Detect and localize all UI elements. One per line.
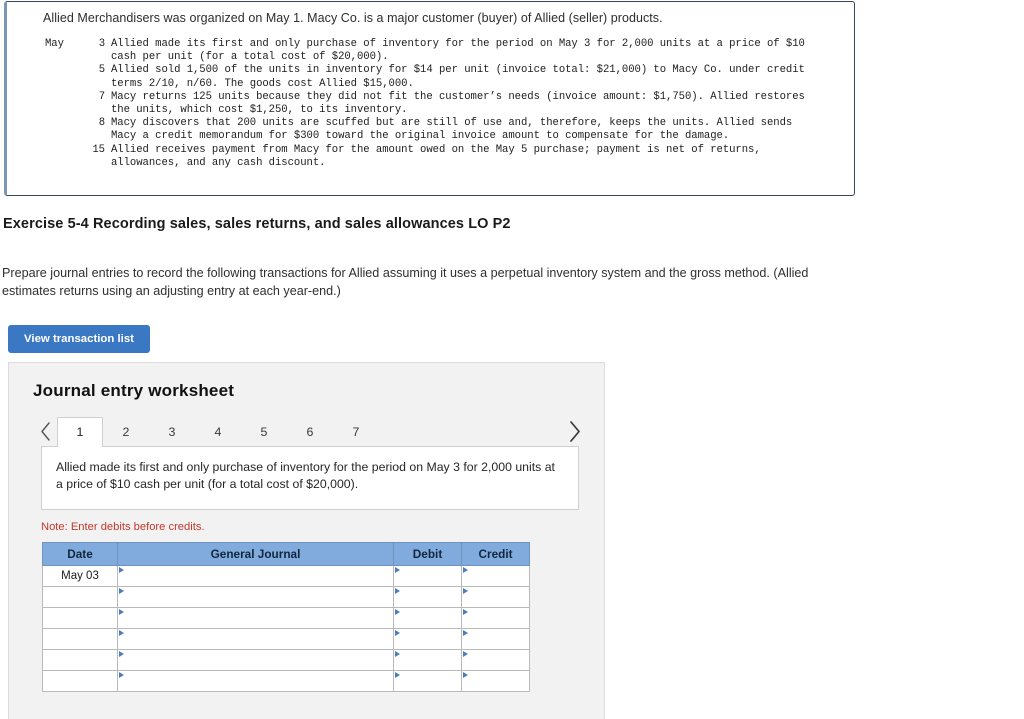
- cell-date[interactable]: [42, 607, 118, 629]
- worksheet-tab-4[interactable]: 4: [195, 417, 241, 446]
- transaction-list: May 3 Allied made its first and only pur…: [7, 38, 854, 170]
- cell-credit[interactable]: [461, 670, 530, 692]
- cell-debit[interactable]: [393, 670, 462, 692]
- transaction-month-label: May: [45, 38, 64, 50]
- transaction-day: 7: [98, 90, 105, 103]
- next-tab-arrow-icon[interactable]: [562, 417, 586, 446]
- transaction-row: 5 Allied sold 1,500 of the units in inve…: [45, 64, 854, 90]
- cell-general-journal[interactable]: [117, 565, 394, 587]
- cell-credit[interactable]: [461, 607, 530, 629]
- cell-general-journal[interactable]: [117, 649, 394, 671]
- transaction-description: Macy discovers that 200 units are scuffe…: [111, 117, 793, 143]
- transaction-day: 3: [98, 38, 105, 50]
- cell-credit[interactable]: [461, 649, 530, 671]
- worksheet-tabs-bar: 1 2 3 4 5 6 7: [9, 417, 604, 447]
- cell-credit[interactable]: [461, 565, 530, 587]
- worksheet-tab-list: 1 2 3 4 5 6 7: [57, 417, 379, 447]
- cell-date[interactable]: [42, 586, 118, 608]
- dropdown-triangle-icon: [119, 630, 124, 636]
- dropdown-triangle-icon: [119, 567, 124, 573]
- table-row: [42, 670, 530, 692]
- table-row: [42, 649, 530, 671]
- transaction-day: 15: [92, 143, 105, 156]
- cell-debit[interactable]: [393, 607, 462, 629]
- transaction-day: 8: [98, 117, 105, 130]
- table-row: [42, 607, 530, 629]
- journal-entry-table: Date General Journal Debit Credit May 03: [42, 542, 530, 692]
- table-row: [42, 628, 530, 650]
- transaction-row: May 3 Allied made its first and only pur…: [45, 38, 854, 64]
- dropdown-triangle-icon: [395, 588, 400, 594]
- worksheet-tab-6[interactable]: 6: [287, 417, 333, 446]
- dropdown-triangle-icon: [395, 672, 400, 678]
- transaction-row: 15 Allied receives payment from Macy for…: [45, 144, 854, 170]
- column-header-credit: Credit: [461, 542, 530, 566]
- journal-entry-worksheet-panel: Journal entry worksheet 1 2 3 4 5 6 7 Al…: [8, 362, 605, 719]
- cell-debit[interactable]: [393, 586, 462, 608]
- dropdown-triangle-icon: [395, 651, 400, 657]
- cell-date[interactable]: [42, 670, 118, 692]
- cell-date[interactable]: [42, 649, 118, 671]
- transaction-description: Allied made its first and only purchase …: [111, 38, 805, 64]
- cell-general-journal[interactable]: [117, 628, 394, 650]
- journal-table-wrapper: Date General Journal Debit Credit May 03: [42, 542, 530, 692]
- dropdown-triangle-icon: [395, 609, 400, 615]
- dropdown-triangle-icon: [463, 588, 468, 594]
- transaction-description: Allied sold 1,500 of the units in invent…: [111, 64, 805, 90]
- transaction-intro-text: Allied Merchandisers was organized on Ma…: [43, 11, 663, 25]
- cell-general-journal[interactable]: [117, 670, 394, 692]
- exercise-description: Prepare journal entries to record the fo…: [2, 266, 809, 298]
- cell-date[interactable]: May 03: [42, 565, 118, 587]
- active-tab-content: Allied made its first and only purchase …: [41, 446, 579, 510]
- worksheet-tab-5[interactable]: 5: [241, 417, 287, 446]
- worksheet-title: Journal entry worksheet: [33, 381, 235, 400]
- cell-debit[interactable]: [393, 649, 462, 671]
- cell-credit[interactable]: [461, 628, 530, 650]
- debits-before-credits-note: Note: Enter debits before credits.: [41, 521, 205, 533]
- table-header-row: Date General Journal Debit Credit: [42, 542, 530, 566]
- transaction-day: 5: [98, 64, 105, 77]
- column-header-debit: Debit: [393, 542, 462, 566]
- column-header-general-journal: General Journal: [117, 542, 394, 566]
- transaction-description: Macy returns 125 units because they did …: [111, 90, 805, 117]
- journal-table-body: May 03: [42, 565, 530, 692]
- dropdown-triangle-icon: [395, 567, 400, 573]
- transaction-row: 8 Macy discovers that 200 units are scuf…: [45, 117, 854, 143]
- column-header-date: Date: [42, 542, 118, 566]
- dropdown-triangle-icon: [119, 609, 124, 615]
- transaction-info-box: Allied Merchandisers was organized on Ma…: [4, 1, 855, 196]
- cell-debit[interactable]: [393, 628, 462, 650]
- dropdown-triangle-icon: [463, 567, 468, 573]
- dropdown-triangle-icon: [463, 651, 468, 657]
- transaction-description: Allied receives payment from Macy for th…: [111, 143, 761, 169]
- transaction-row: 7 Macy returns 125 units because they di…: [45, 91, 854, 117]
- worksheet-tab-1[interactable]: 1: [57, 417, 103, 447]
- table-row: May 03: [42, 565, 530, 587]
- worksheet-tab-2[interactable]: 2: [103, 417, 149, 446]
- cell-general-journal[interactable]: [117, 586, 394, 608]
- dropdown-triangle-icon: [395, 630, 400, 636]
- page-title: Exercise 5-4 Recording sales, sales retu…: [3, 216, 511, 232]
- dropdown-triangle-icon: [463, 630, 468, 636]
- cell-debit[interactable]: [393, 565, 462, 587]
- dropdown-triangle-icon: [119, 588, 124, 594]
- dropdown-triangle-icon: [119, 672, 124, 678]
- dropdown-triangle-icon: [463, 672, 468, 678]
- cell-credit[interactable]: [461, 586, 530, 608]
- worksheet-tab-3[interactable]: 3: [149, 417, 195, 446]
- cell-general-journal[interactable]: [117, 607, 394, 629]
- view-transaction-list-button[interactable]: View transaction list: [8, 325, 150, 353]
- prev-tab-arrow-icon[interactable]: [33, 417, 57, 446]
- worksheet-tab-7[interactable]: 7: [333, 417, 379, 446]
- dropdown-triangle-icon: [463, 609, 468, 615]
- dropdown-triangle-icon: [119, 651, 124, 657]
- table-row: [42, 586, 530, 608]
- cell-date[interactable]: [42, 628, 118, 650]
